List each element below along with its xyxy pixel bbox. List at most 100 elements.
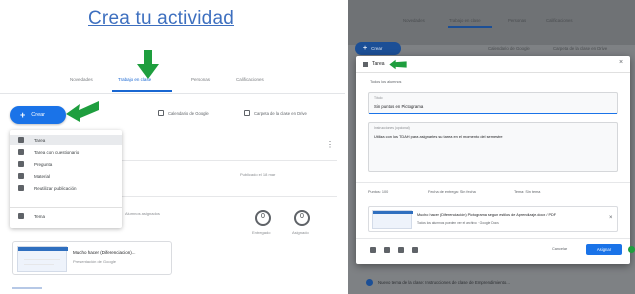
assignment-dialog: Tarea × Todos los alumnos Título Sin pun… [356, 56, 630, 264]
attachment-subtitle: Todos los alumnos pueden ver el archivo … [417, 221, 499, 225]
menu-item-label: Pregunta [34, 161, 53, 167]
menu-item-label: Tarea [34, 137, 46, 143]
audience-selector[interactable]: Todos los alumnos [370, 80, 401, 84]
assign-button-label: Asignar [596, 247, 612, 252]
dialog-header: Tarea × [356, 56, 630, 73]
menu-item-label: Tema [34, 213, 46, 219]
students-line: Alumnos asignados [125, 211, 160, 216]
instructions-field[interactable]: Instrucciones (opcional) Utiliza con los… [368, 122, 618, 172]
tab-calificaciones[interactable]: Calificaciones [546, 18, 573, 23]
menu-item-tema[interactable]: Tema [10, 211, 122, 221]
arrow-down-icon [137, 50, 159, 79]
title-field-value: Sin puntos en Pictograma [374, 104, 424, 109]
material-card[interactable]: Mucho hacer (Diferenciacion)... Presenta… [12, 241, 172, 275]
menu-item-tarea[interactable]: Tarea [10, 135, 122, 145]
dimmed-header [348, 0, 635, 45]
plus-icon: + [363, 45, 368, 52]
instructions-label: Instrucciones (opcional) [374, 126, 410, 130]
reuse-icon [18, 185, 24, 191]
thumbnail-header-bar [18, 247, 68, 251]
arrow-left-icon [389, 59, 407, 70]
tab-personas[interactable]: Personas [508, 18, 526, 23]
material-icon [18, 173, 24, 179]
section-divider [356, 182, 630, 183]
tab-calificaciones[interactable]: Calificaciones [236, 77, 264, 82]
calendar-icon [158, 110, 164, 116]
tabs-divider [0, 93, 345, 94]
attachment-card[interactable]: Mucho hacer (Diferenciación) Pictograma … [368, 206, 618, 232]
drive-folder-link-label: Carpeta de la clase en Drive [254, 110, 307, 116]
stat-assigned-label: Asignado [292, 230, 309, 235]
page-title: Crea tu actividad [88, 8, 234, 29]
link-icon[interactable] [412, 247, 418, 253]
footer-divider [356, 238, 630, 239]
thumb-line [24, 259, 60, 260]
create-button-label: Crear [371, 46, 383, 51]
calendar-link[interactable]: Calendario de Google [488, 46, 530, 51]
calendar-link-label: Calendario de Google [168, 110, 209, 116]
title-field[interactable]: Título Sin puntos en Pictograma [368, 92, 618, 114]
upload-icon[interactable] [398, 247, 404, 253]
tab-novedades[interactable]: Novedades [403, 18, 425, 23]
posted-date: Publicado el 18 mar [240, 172, 276, 177]
assign-button[interactable]: Asignar [586, 244, 622, 255]
youtube-icon[interactable] [384, 247, 390, 253]
bottom-indicator [12, 287, 42, 289]
bottom-row-text: Nuevo tema de la clase: Instrucciones de… [378, 280, 510, 285]
stat-turned-in-value: 0 [261, 213, 265, 220]
active-tab-indicator [448, 26, 492, 28]
question-icon [18, 161, 24, 167]
folder-icon [244, 110, 250, 116]
green-pointer-dot [628, 246, 635, 253]
menu-item-pregunta[interactable]: Pregunta [10, 159, 122, 169]
menu-item-material[interactable]: Material [10, 171, 122, 181]
tab-trabajo-en-clase[interactable]: Trabajo en clase [118, 77, 151, 82]
close-icon[interactable]: × [619, 59, 623, 66]
create-menu: Tarea Tarea con cuestionario Pregunta Ma… [10, 130, 122, 228]
drive-folder-link[interactable]: Carpeta de la clase en Drive [553, 46, 607, 51]
tab-personas[interactable]: Personas [191, 77, 210, 82]
menu-item-reutilizar[interactable]: Reutilizar publicación [10, 183, 122, 193]
calendar-link[interactable]: Calendario de Google [158, 110, 209, 116]
attachment-thumbnail [372, 210, 413, 229]
material-thumbnail [17, 246, 68, 272]
topic-select[interactable]: Tema: Sin tema [514, 190, 540, 194]
field-focus-line [369, 113, 617, 114]
cancel-button[interactable]: Cancelar [552, 247, 567, 251]
quiz-assignment-icon [18, 149, 24, 155]
assignment-screenshot: Novedades Trabajo en clase Personas Cali… [348, 0, 635, 294]
drive-folder-link[interactable]: Carpeta de la clase en Drive [244, 110, 307, 116]
attachment-title: Mucho hacer (Diferenciación) Pictograma … [417, 213, 557, 217]
menu-item-label: Material [34, 173, 51, 179]
create-button[interactable]: + Crear [355, 42, 401, 55]
material-subtitle: Presentación de Google [73, 259, 116, 264]
thumbnail-header-bar [373, 211, 413, 214]
title-field-label: Título [374, 96, 383, 100]
material-title: Mucho hacer (Diferenciacion)... [73, 250, 136, 255]
remove-attachment-icon[interactable]: × [609, 215, 613, 221]
tab-trabajo-en-clase[interactable]: Trabajo en clase [449, 18, 481, 23]
create-button-label: Crear [31, 112, 46, 118]
stat-assigned-value: 0 [300, 213, 304, 220]
instructions-value: Utiliza con los TDAH para asignarles su … [374, 134, 503, 139]
create-button[interactable]: + Crear [10, 106, 66, 124]
points-select[interactable]: Puntos: 100 [368, 190, 388, 194]
plus-icon: + [20, 109, 26, 120]
due-date-select[interactable]: Fecha de entrega: Sin fecha [428, 190, 476, 194]
stat-turned-in-label: Entregado [252, 230, 271, 235]
topic-avatar [366, 279, 373, 286]
menu-item-label: Reutilizar publicación [34, 185, 77, 191]
assignment-icon [18, 137, 24, 143]
topic-icon [18, 213, 24, 219]
drive-icon[interactable] [370, 247, 376, 253]
tab-novedades[interactable]: Novedades [70, 77, 93, 82]
classroom-tabs: Novedades Trabajo en clase Personas Cali… [58, 77, 290, 91]
menu-item-tarea-cuestionario[interactable]: Tarea con cuestionario [10, 147, 122, 157]
assignment-icon [363, 62, 368, 67]
dialog-title: Tarea [372, 61, 385, 67]
menu-item-label: Tarea con cuestionario [34, 149, 80, 155]
active-tab-indicator [112, 90, 172, 92]
arrow-left-icon [66, 101, 99, 122]
more-icon[interactable]: ⋮ [326, 140, 334, 149]
thumb-line [24, 264, 54, 265]
